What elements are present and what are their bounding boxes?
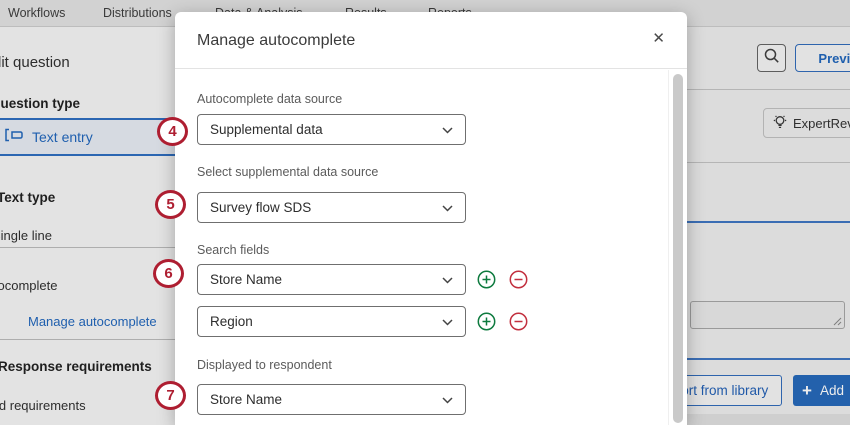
toolbar-divider xyxy=(687,89,850,90)
autocomplete-data-source-label: Autocomplete data source xyxy=(197,92,342,106)
nav-item-distributions[interactable]: Distributions xyxy=(103,6,172,20)
chevron-down-icon xyxy=(442,313,453,331)
page-bottom-strip xyxy=(687,414,850,425)
displayed-to-respondent-select[interactable]: Store Name xyxy=(197,384,466,415)
annotation-step-4: 4 xyxy=(157,117,188,146)
question-type-value: Text entry xyxy=(32,129,93,145)
add-button-label: Add xyxy=(820,383,844,398)
autocomplete-data-source-select[interactable]: Supplemental data xyxy=(197,114,466,145)
add-search-field-icon[interactable] xyxy=(477,270,496,289)
preview-button[interactable]: Preview xyxy=(795,44,850,72)
chevron-down-icon xyxy=(442,121,453,139)
lightbulb-icon xyxy=(773,114,787,133)
search-button[interactable] xyxy=(757,44,786,72)
scrollbar-track xyxy=(668,70,669,425)
text-entry-icon xyxy=(4,128,24,147)
plus-icon: + xyxy=(802,382,812,399)
modal-title: Manage autocomplete xyxy=(197,32,355,50)
manage-autocomplete-modal: Manage autocomplete ✕ Autocomplete data … xyxy=(175,12,687,425)
preview-button-label: Preview xyxy=(818,51,850,66)
remove-search-field-icon[interactable] xyxy=(509,312,528,331)
question-block-top-border xyxy=(687,221,850,223)
close-icon[interactable]: ✕ xyxy=(652,31,665,46)
autocomplete-data-source-value: Supplemental data xyxy=(210,122,323,137)
add-requirements-toggle[interactable]: Add requirements xyxy=(0,398,86,413)
add-search-field-icon[interactable] xyxy=(477,312,496,331)
section-divider xyxy=(687,162,850,163)
supplemental-source-select[interactable]: Survey flow SDS xyxy=(197,192,466,223)
resize-handle-icon xyxy=(833,317,842,326)
chevron-down-icon xyxy=(442,271,453,289)
annotation-step-6: 6 xyxy=(153,259,184,288)
search-field-1-value: Store Name xyxy=(210,272,282,287)
displayed-to-respondent-value: Store Name xyxy=(210,392,282,407)
expert-review-chip[interactable]: ExpertReview xyxy=(763,108,850,138)
nav-item-workflows[interactable]: Workflows xyxy=(8,6,65,20)
question-type-heading: Question type xyxy=(0,96,80,111)
supplemental-source-value: Survey flow SDS xyxy=(210,200,311,215)
question-text-area[interactable] xyxy=(690,301,845,329)
question-type-selector[interactable]: Text entry xyxy=(0,118,175,156)
sidebar-divider xyxy=(0,247,175,248)
modal-header-divider xyxy=(175,68,687,69)
annotation-step-7: 7 xyxy=(155,381,186,410)
chevron-down-icon xyxy=(442,199,453,217)
search-fields-label: Search fields xyxy=(197,243,269,257)
add-button[interactable]: + Add xyxy=(793,375,850,406)
text-type-value[interactable]: Single line xyxy=(0,228,52,243)
edit-question-title: Edit question xyxy=(0,54,70,71)
displayed-to-respondent-label: Displayed to respondent xyxy=(197,358,332,372)
annotation-step-5: 5 xyxy=(155,190,186,219)
search-icon xyxy=(763,47,780,69)
search-field-select-1[interactable]: Store Name xyxy=(197,264,466,295)
expert-review-label: ExpertReview xyxy=(793,116,850,131)
autocomplete-toggle-label: Autocomplete xyxy=(0,278,58,293)
search-field-2-value: Region xyxy=(210,314,253,329)
text-type-heading: Text type xyxy=(0,190,55,205)
sidebar-divider xyxy=(0,339,175,340)
remove-search-field-icon[interactable] xyxy=(509,270,528,289)
supplemental-source-label: Select supplemental data source xyxy=(197,165,378,179)
manage-autocomplete-link[interactable]: Manage autocomplete xyxy=(28,314,157,329)
scrollbar-thumb[interactable] xyxy=(673,74,683,423)
chevron-down-icon xyxy=(442,391,453,409)
response-requirements-heading: Response requirements xyxy=(0,359,152,374)
question-block-bottom-border xyxy=(687,358,850,360)
search-field-select-2[interactable]: Region xyxy=(197,306,466,337)
